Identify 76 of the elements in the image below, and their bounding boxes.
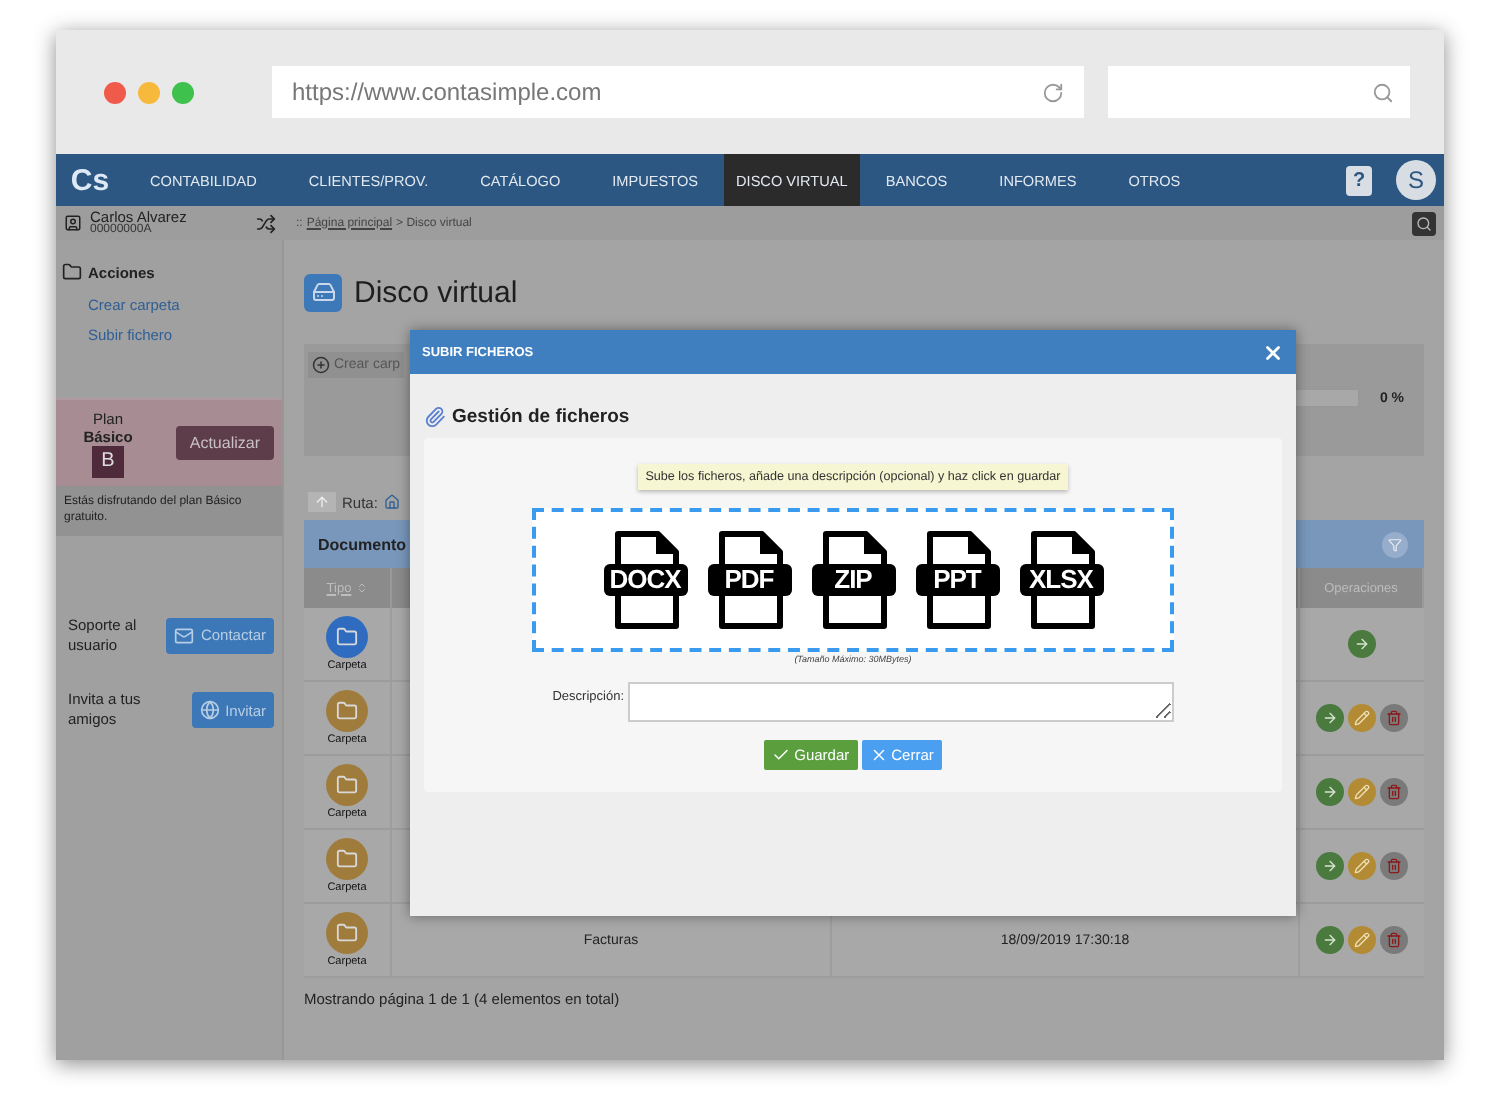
close-icon	[869, 746, 888, 764]
trash-icon	[1386, 932, 1402, 948]
window-close-dot[interactable]	[104, 81, 126, 103]
section-heading: Gestión de ficheros	[452, 406, 630, 428]
window-minimize-dot[interactable]	[138, 81, 160, 103]
arrow-right-icon	[1322, 710, 1338, 726]
arrow-right-icon	[1354, 636, 1370, 652]
arrow-right-icon	[1322, 932, 1338, 948]
user-card-icon	[64, 214, 82, 232]
folder-glyph-icon	[336, 774, 358, 796]
user-avatar[interactable]: S	[1396, 160, 1436, 200]
pencil-icon	[1354, 784, 1370, 800]
pencil-icon	[1354, 932, 1370, 948]
folder-icon[interactable]	[326, 764, 368, 806]
folder-glyph-icon	[336, 626, 358, 648]
address-bar[interactable]: https://www.contasimple.com	[272, 66, 1084, 118]
up-button[interactable]	[308, 492, 336, 512]
trash-icon	[1386, 784, 1402, 800]
plus-icon	[312, 356, 330, 374]
mail-icon	[174, 625, 195, 646]
file-type-label: ZIP	[811, 564, 895, 596]
globe-icon	[199, 700, 220, 721]
folder-glyph-icon	[336, 922, 358, 944]
delete-button[interactable]	[1380, 704, 1408, 732]
edit-button[interactable]	[1348, 704, 1376, 732]
shuffle-icon[interactable]	[256, 213, 276, 233]
help-button[interactable]: ?	[1346, 165, 1372, 195]
folder-icon[interactable]	[326, 838, 368, 880]
edit-button[interactable]	[1348, 852, 1376, 880]
pencil-icon	[1354, 858, 1370, 874]
folder-icon[interactable]	[326, 912, 368, 954]
description-field[interactable]	[628, 682, 1174, 722]
open-button[interactable]	[1316, 852, 1344, 880]
edit-button[interactable]	[1348, 778, 1376, 806]
check-icon	[772, 746, 791, 764]
folder-glyph-icon	[336, 700, 358, 722]
window-maximize-dot[interactable]	[172, 81, 194, 103]
folder-icon[interactable]	[326, 690, 368, 732]
search-icon	[1372, 81, 1394, 103]
pencil-icon	[1354, 710, 1370, 726]
filter-button[interactable]	[1382, 531, 1408, 557]
edit-button[interactable]	[1348, 926, 1376, 954]
folder-icon[interactable]	[326, 616, 368, 658]
browser-search-field[interactable]	[1108, 66, 1410, 118]
folder-icon	[62, 262, 82, 282]
delete-button[interactable]	[1380, 778, 1408, 806]
close-icon[interactable]	[1262, 341, 1284, 363]
reload-icon[interactable]	[1042, 81, 1064, 103]
paperclip-icon	[424, 406, 446, 428]
delete-button[interactable]	[1380, 852, 1408, 880]
file-type-label: PPT	[915, 564, 999, 596]
arrow-up-icon	[314, 494, 330, 510]
file-type-label: XLSX	[1019, 564, 1103, 596]
hard-drive-icon	[304, 273, 342, 311]
folder-glyph-icon	[336, 848, 358, 870]
drop-zone[interactable]: DOCX PDF ZIP PPT XLSX	[532, 508, 1174, 652]
open-button[interactable]	[1316, 704, 1344, 732]
open-button[interactable]	[1316, 778, 1344, 806]
arrow-right-icon	[1322, 858, 1338, 874]
upgrade-button[interactable]: Actualizar	[175, 426, 274, 460]
trash-icon	[1386, 710, 1402, 726]
search-button[interactable]	[1412, 211, 1436, 235]
arrow-right-icon	[1322, 784, 1338, 800]
open-button[interactable]	[1348, 630, 1376, 658]
plan-badge: B	[92, 445, 124, 477]
page-title: Disco virtual	[354, 275, 518, 309]
search-icon	[1416, 215, 1432, 231]
file-type-label: DOCX	[603, 564, 687, 596]
delete-button[interactable]	[1380, 926, 1408, 954]
filter-icon	[1388, 537, 1402, 551]
home-icon[interactable]	[383, 494, 400, 510]
file-type-label: PDF	[707, 564, 791, 596]
trash-icon	[1386, 858, 1402, 874]
table-title: Documento	[318, 535, 406, 553]
open-button[interactable]	[1316, 926, 1344, 954]
app-logo[interactable]: Cs	[56, 154, 124, 206]
